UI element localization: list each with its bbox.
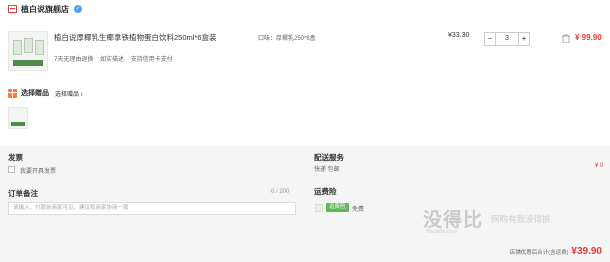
left-options: 发票 我要开具发票 订单备注 0 / 200 请输入，付款前商家可见，建议和商家… [0, 146, 304, 262]
remark-input[interactable]: 请输入，付款前商家可见，建议和商家协商一致 [8, 202, 296, 215]
gift-section: 选择赠品 选择赠品 › [0, 84, 610, 142]
watermark-logo: 没得比 [423, 210, 484, 231]
total-amount: ¥39.90 [571, 246, 602, 257]
insurance-free-label: 免费 [352, 207, 365, 213]
product-spec[interactable]: 口味：厚椰乳250*6盒 [258, 33, 316, 42]
remark-title: 订单备注 [8, 189, 38, 198]
invoice-title: 发票 [8, 153, 23, 162]
product-image[interactable] [8, 31, 48, 71]
insurance-tag: 运费险 [326, 203, 349, 212]
watermark-slogan: 网购有我没得挑 [491, 214, 551, 224]
choose-gift-link[interactable]: 选择赠品 › [55, 89, 83, 98]
invoice-checkbox[interactable] [8, 166, 15, 173]
delivery-method[interactable]: 快递 包邮 [314, 164, 340, 173]
gift-image[interactable] [8, 107, 28, 129]
insurance-checkbox[interactable] [315, 204, 323, 212]
total-line: 店铺优惠后合计(含运费) ¥39.90 [510, 246, 602, 257]
shipping-price: ¥ 0 [595, 163, 604, 169]
service-promises: 7天无理由退换 如实描述 支持信用卡支付 [54, 54, 178, 63]
invoice-option-label[interactable]: 我要开具发票 [20, 166, 56, 175]
store-header: 植白说旗舰店 ✓ [0, 0, 610, 18]
promise-return: 7天无理由退换 [54, 57, 94, 63]
trash-icon[interactable] [562, 34, 570, 43]
insurance-title: 运费险 [314, 187, 337, 196]
cart-item: 植白说厚椰乳生椰拿铁植物蛋白饮料250ml*6盒装 7天无理由退换 如实描述 支… [0, 22, 610, 80]
promise-credit-card: 支持信用卡支付 [130, 57, 173, 63]
item-subtotal: ¥ 99.90 [575, 33, 602, 42]
promise-description: 如实描述 [100, 57, 125, 63]
decrease-button[interactable]: − [484, 32, 496, 46]
store-name[interactable]: 植白说旗舰店 [21, 4, 69, 15]
delivery-title: 配送服务 [314, 153, 344, 162]
quantity-stepper[interactable]: − 3 + [484, 32, 530, 46]
gift-icon [8, 88, 17, 98]
verified-badge-icon: ✓ [74, 5, 82, 13]
gift-title: 选择赠品 [21, 90, 49, 97]
watermark-url: Meidebi.com [426, 229, 458, 235]
quantity-input[interactable]: 3 [496, 32, 518, 46]
total-label: 店铺优惠后合计(含运费) [509, 250, 569, 256]
increase-button[interactable]: + [518, 32, 530, 46]
product-title[interactable]: 植白说厚椰乳生椰拿铁植物蛋白饮料250ml*6盒装 [54, 32, 217, 43]
gift-header: 选择赠品 选择赠品 › [8, 88, 83, 98]
unit-price: ¥33.30 [448, 32, 470, 39]
store-icon [8, 5, 17, 13]
remark-char-count: 0 / 200 [271, 189, 290, 195]
order-options: 发票 我要开具发票 订单备注 0 / 200 请输入，付款前商家可见，建议和商家… [0, 146, 610, 262]
